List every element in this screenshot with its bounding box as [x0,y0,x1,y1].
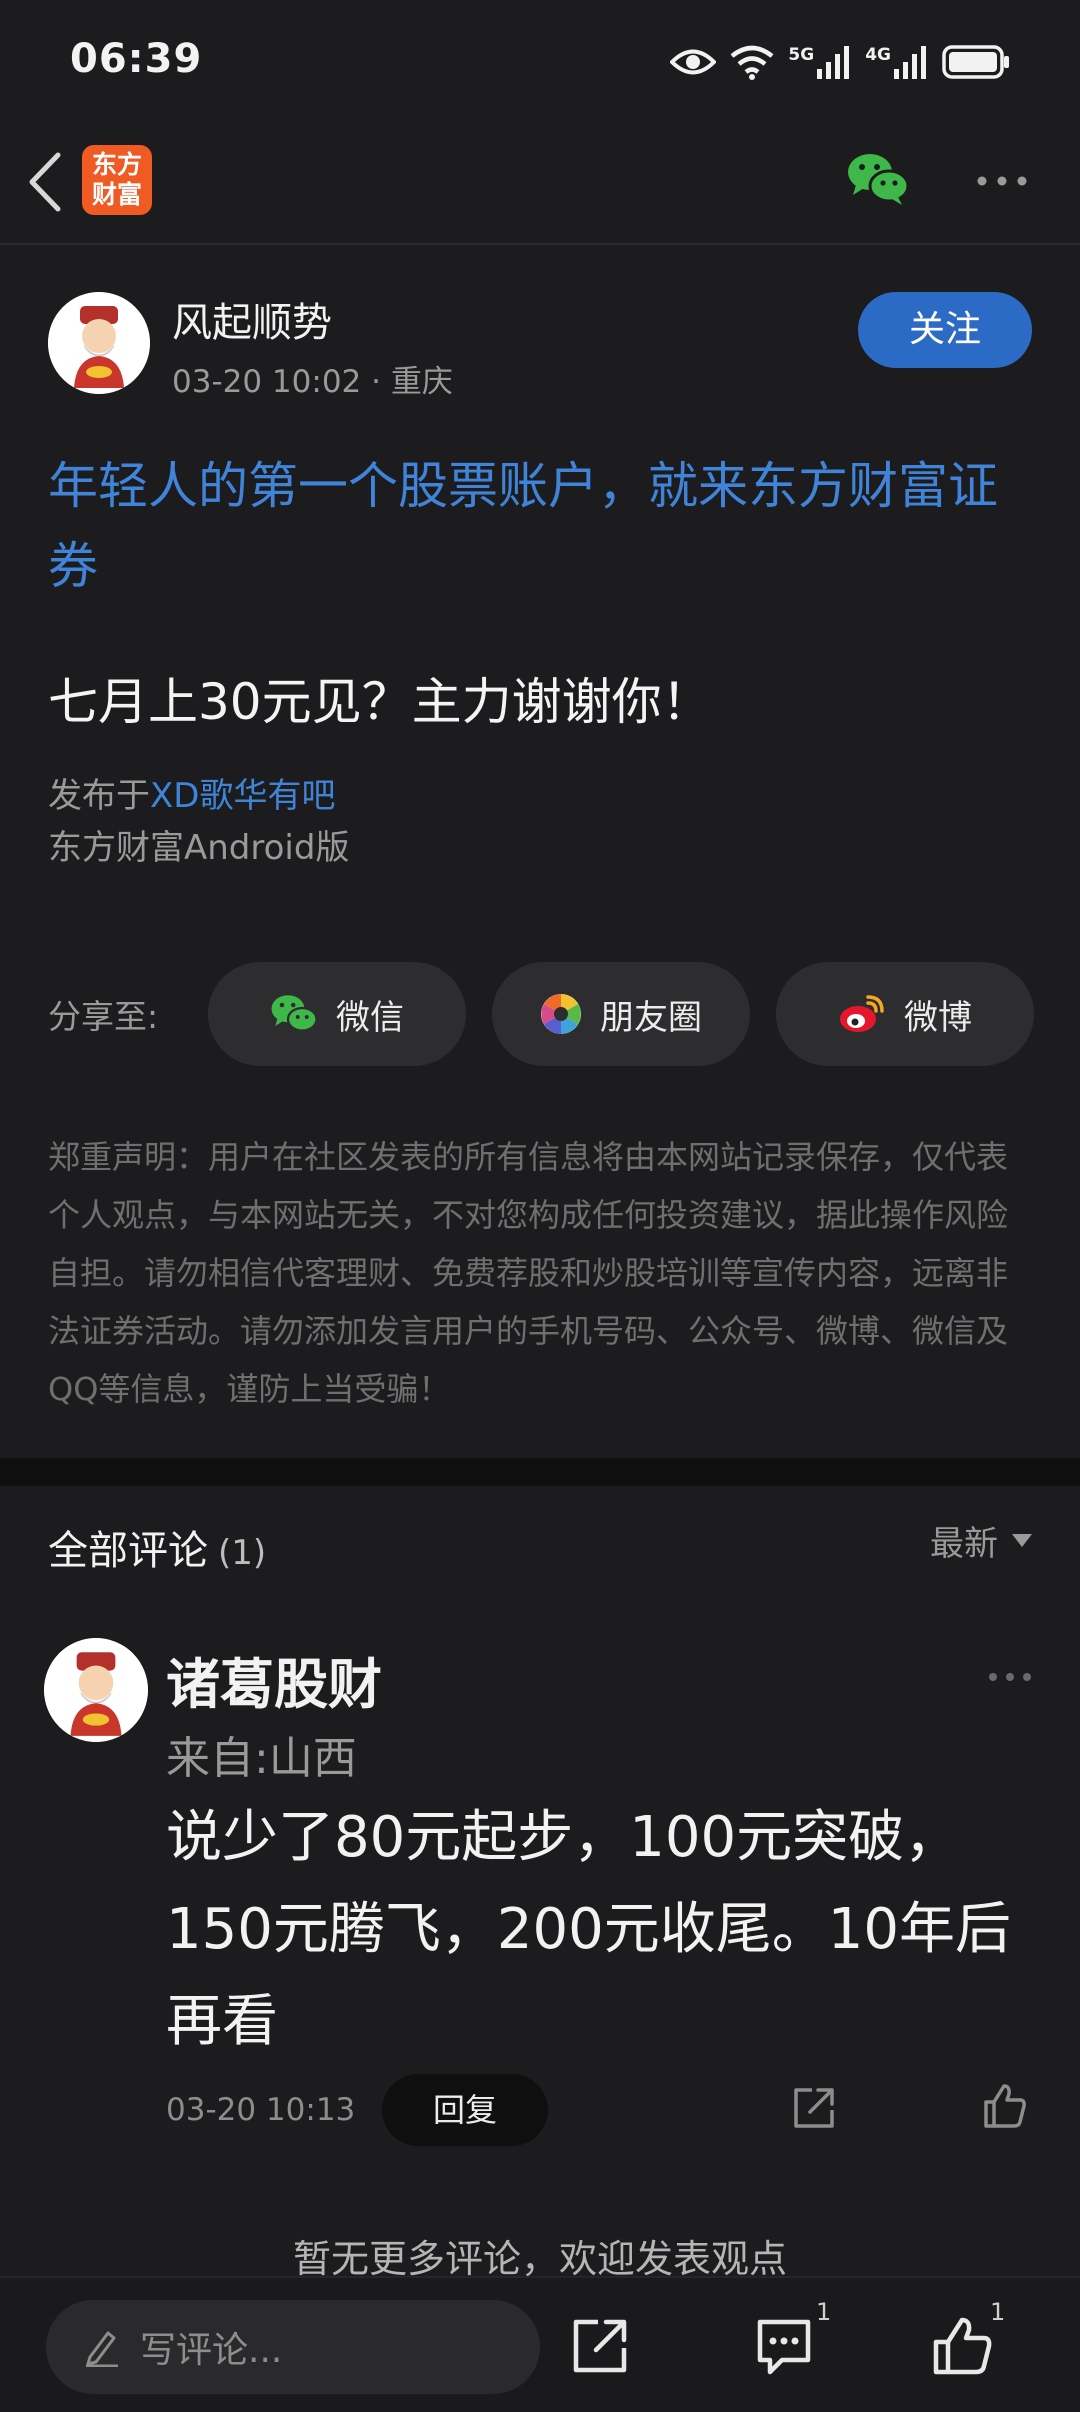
disclaimer: 郑重声明：用户在社区发表的所有信息将由本网站记录保存，仅代表个人观点，与本网站无… [48,1138,1009,1408]
comments-count: (1) [218,1533,267,1573]
battery-icon [942,45,1009,79]
reply-button[interactable]: 回复 [382,2074,548,2146]
comment-time: 03-20 10:13 [166,2092,356,2128]
share-icon[interactable] [568,2314,632,2378]
comment-placeholder: 写评论... [140,2330,283,2371]
bottom-bar: 写评论... 1 1 [0,2276,1080,2412]
section-divider [0,1458,1080,1486]
follow-button[interactable]: 关注 [858,292,1032,368]
moments-icon [541,994,581,1034]
share-wechat-label: 微信 [336,997,404,1038]
wifi-icon [731,45,774,80]
network-5g-label: 5G [788,45,815,65]
comment-icon[interactable] [752,2314,816,2378]
client-source: 东方财富Android版 [48,828,350,868]
eye-icon [670,49,717,75]
post-meta: 03-20 10:02 · 重庆 [172,364,453,400]
no-more-comments: 暂无更多评论，欢迎发表观点 [292,2237,787,2281]
published-prefix: 发布于 [48,776,150,816]
signal-5g-icon: 5G [788,45,851,79]
signal-4g-icon: 4G [865,45,928,79]
status-time: 06:39 [70,36,203,82]
sort-label: 最新 [930,1524,998,1564]
commenter-name[interactable]: 诸葛股财 [166,1640,382,1719]
post-title: 七月上30元见？主力谢谢你！ [48,673,712,731]
like-icon[interactable] [980,2082,1028,2130]
ad-link[interactable]: 年轻人的第一个股票账户，就来东方财富证券 [48,446,1008,606]
caret-down-icon [1012,1534,1032,1547]
nav-bar: 东方 财富 [0,125,1080,245]
wechat-icon[interactable] [846,151,910,207]
comment-body: 说少了80元起步，100元突破，150元腾飞，200元收尾。10年后再看 [166,1805,1012,2054]
share-weibo-button[interactable]: 微博 [776,962,1034,1066]
share-moments-button[interactable]: 朋友圈 [492,962,750,1066]
like-count-badge: 1 [990,2298,1006,2326]
status-icons: 5G 4G [670,38,1010,86]
comment-more-icon[interactable] [986,1670,1034,1684]
share-icon[interactable] [790,2084,838,2132]
logo-line-2: 财富 [91,180,142,209]
back-icon[interactable] [22,149,66,215]
author-name[interactable]: 风起顺势 [172,290,332,348]
status-bar: 06:39 5G 4G [0,0,1080,125]
wechat-icon [271,995,318,1032]
comments-header: 全部评论 (1) [48,1518,266,1576]
published-in: 发布于XD歌华有吧 [48,768,335,817]
share-wechat-button[interactable]: 微信 [208,962,466,1066]
logo-line-1: 东方 [91,150,142,179]
comment-count-badge: 1 [816,2298,832,2326]
share-weibo-label: 微博 [904,997,972,1038]
commenter-avatar[interactable] [44,1638,148,1742]
weibo-icon [840,995,884,1032]
commenter-location: 来自:山西 [166,1733,357,1784]
comment-input[interactable]: 写评论... [46,2300,540,2394]
network-4g-label: 4G [865,45,891,65]
like-icon[interactable] [930,2314,994,2378]
bar-link[interactable]: XD歌华有吧 [150,776,335,816]
share-moments-label: 朋友圈 [600,997,702,1038]
author-avatar[interactable] [48,292,150,394]
app-logo[interactable]: 东方 财富 [82,145,152,215]
comments-title: 全部评论 [48,1528,208,1574]
pencil-icon [86,2331,118,2367]
sort-dropdown[interactable]: 最新 [930,1516,1032,1565]
more-icon[interactable] [974,173,1030,189]
share-label: 分享至: [48,997,159,1036]
